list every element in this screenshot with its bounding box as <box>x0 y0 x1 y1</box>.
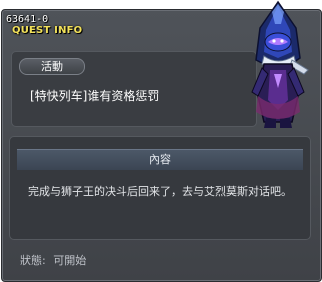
content-header: 內容 <box>17 149 303 170</box>
window-title: QUEST INFO <box>12 25 83 36</box>
quest-id: 63641-0 <box>6 14 49 25</box>
quest-name: [特快列车]谁有资格惩罚 <box>30 89 160 103</box>
quest-type-badge: 活動 <box>19 58 85 75</box>
content-text: 完成与狮子王的决斗后回来了，去与艾烈莫斯对话吧。 <box>28 185 292 198</box>
status-label: 狀態: <box>20 254 46 267</box>
quest-summary-panel: 活動 [特快列车]谁有资格惩罚 <box>11 51 257 127</box>
status-value: 可開始 <box>53 254 87 267</box>
character-portrait-icon <box>251 0 309 128</box>
quest-content-panel: 內容 完成与狮子王的决斗后回来了，去与艾烈莫斯对话吧。 <box>9 136 311 240</box>
quest-status: 狀態: 可開始 <box>20 252 90 268</box>
